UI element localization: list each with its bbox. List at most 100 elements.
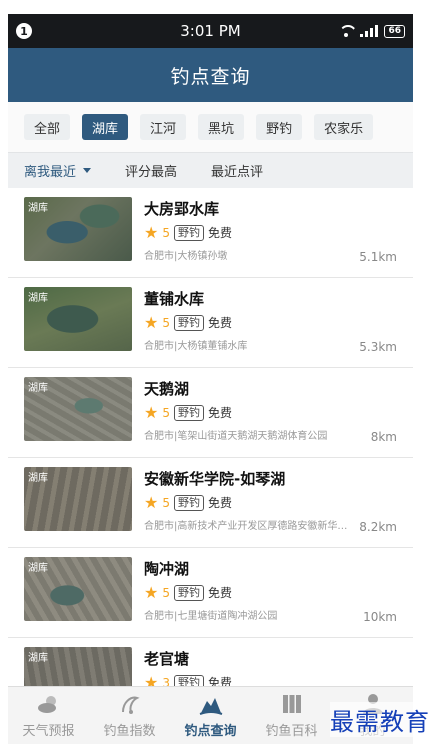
spot-name: 安徽新华学院-如琴湖 bbox=[144, 470, 286, 488]
spot-name: 老官塘 bbox=[144, 650, 190, 668]
star-icon: ★ bbox=[144, 402, 159, 422]
spot-type-tag: 野钓 bbox=[173, 314, 204, 331]
star-icon: ★ bbox=[144, 672, 159, 686]
category-chip-farm[interactable]: 农家乐 bbox=[314, 114, 374, 140]
watermark-logo: 最需教育 bbox=[330, 702, 430, 737]
spot-type-tag: 野钓 bbox=[173, 584, 204, 601]
spot-distance: 8.2km bbox=[359, 520, 397, 534]
spot-distance: 8km bbox=[370, 430, 397, 444]
spot-address: 合肥市|笔架山街道天鹅湖天鹅湖体育公园 bbox=[144, 431, 328, 442]
category-chip-river[interactable]: 江河 bbox=[140, 114, 187, 140]
encyclopedia-icon bbox=[282, 695, 301, 713]
spot-meta: ★ 5 野钓 免费 bbox=[144, 224, 397, 241]
spot-name: 陶冲湖 bbox=[144, 560, 190, 578]
tab-label: 钓鱼指数 bbox=[103, 724, 156, 739]
spot-search-icon bbox=[199, 698, 222, 715]
spot-name: 天鹅湖 bbox=[144, 380, 190, 398]
spot-fee: 免费 bbox=[207, 676, 232, 686]
category-chip-lake[interactable]: 湖库 bbox=[82, 114, 129, 140]
spot-address: 合肥市|高新技术产业开发区厚德路安徽新华… bbox=[144, 521, 348, 532]
spot-name: 董铺水库 bbox=[144, 290, 205, 308]
spot-rating: 5 bbox=[162, 585, 170, 600]
category-filter: 全部 湖库 江河 黑坑 野钓 农家乐 bbox=[8, 102, 413, 152]
spot-meta: ★ 5 野钓 免费 bbox=[144, 494, 397, 511]
sort-bar: 离我最近 评分最高 最近点评 bbox=[8, 152, 413, 188]
spot-info: 大房郢水库 ★ 5 野钓 免费 合肥市|大杨镇孙墩 5.1km bbox=[144, 197, 397, 268]
star-icon: ★ bbox=[144, 582, 159, 602]
spot-rating: 3 bbox=[162, 675, 170, 687]
list-item[interactable]: 湖库 安徽新华学院-如琴湖 ★ 5 野钓 免费 合肥市|高新技术产业开发区厚德路… bbox=[8, 458, 413, 548]
list-item[interactable]: 湖库 大房郢水库 ★ 5 野钓 免费 合肥市|大杨镇孙墩 5.1km bbox=[8, 188, 413, 278]
spot-info: 老官塘 ★ 3 野钓 免费 bbox=[144, 647, 397, 686]
category-chip-pond[interactable]: 黑坑 bbox=[198, 114, 245, 140]
star-icon: ★ bbox=[144, 222, 159, 242]
spot-info: 安徽新华学院-如琴湖 ★ 5 野钓 免费 合肥市|高新技术产业开发区厚德路安徽新… bbox=[144, 467, 397, 538]
spot-address: 合肥市|七里塘街道陶冲湖公园 bbox=[144, 611, 278, 622]
thumb-tag: 湖库 bbox=[28, 203, 48, 214]
spot-type-tag: 野钓 bbox=[173, 404, 204, 421]
spot-distance: 5.3km bbox=[359, 340, 397, 354]
thumb-tag: 湖库 bbox=[28, 293, 48, 304]
satellite-thumbnail: 湖库 bbox=[24, 557, 132, 621]
star-icon: ★ bbox=[144, 492, 159, 512]
spot-rating: 5 bbox=[162, 495, 170, 510]
tab-label: 钓鱼百科 bbox=[265, 724, 318, 739]
page-title: 钓点查询 bbox=[8, 48, 413, 102]
category-chip-all[interactable]: 全部 bbox=[24, 114, 71, 140]
tab-weather[interactable]: 天气预报 bbox=[8, 687, 89, 744]
star-icon: ★ bbox=[144, 312, 159, 332]
spot-name: 大房郢水库 bbox=[144, 200, 220, 218]
spot-type-tag: 野钓 bbox=[173, 674, 204, 686]
spot-type-tag: 野钓 bbox=[173, 224, 204, 241]
tab-label: 天气预报 bbox=[22, 724, 75, 739]
spot-rating: 5 bbox=[162, 225, 170, 240]
spot-rating: 5 bbox=[162, 315, 170, 330]
list-item[interactable]: 湖库 陶冲湖 ★ 5 野钓 免费 合肥市|七里塘街道陶冲湖公园 10km bbox=[8, 548, 413, 638]
spot-info: 董铺水库 ★ 5 野钓 免费 合肥市|大杨镇董铺水库 5.3km bbox=[144, 287, 397, 358]
tab-encyclopedia[interactable]: 钓鱼百科 bbox=[251, 687, 332, 744]
chevron-down-icon bbox=[83, 168, 92, 173]
thumb-tag: 湖库 bbox=[28, 563, 48, 574]
weather-icon bbox=[37, 696, 56, 713]
list-item[interactable]: 湖库 天鹅湖 ★ 5 野钓 免费 合肥市|笔架山街道天鹅湖天鹅湖体育公园 8km bbox=[8, 368, 413, 458]
status-bar: 1 3:01 PM 66 bbox=[8, 14, 413, 48]
sort-nearest[interactable]: 离我最近 bbox=[24, 161, 92, 180]
spot-info: 陶冲湖 ★ 5 野钓 免费 合肥市|七里塘街道陶冲湖公园 10km bbox=[144, 557, 397, 628]
satellite-thumbnail: 湖库 bbox=[24, 467, 132, 531]
satellite-thumbnail: 湖库 bbox=[24, 287, 132, 351]
phone-screen: 1 3:01 PM 66 钓点查询 全部 湖库 江河 黑坑 野钓 农家乐 离我最… bbox=[8, 14, 413, 744]
sort-top-rated[interactable]: 评分最高 bbox=[125, 161, 177, 180]
thumb-tag: 湖库 bbox=[28, 383, 48, 394]
spot-fee: 免费 bbox=[207, 226, 232, 240]
sort-latest-review[interactable]: 最近点评 bbox=[211, 161, 263, 180]
spot-distance: 10km bbox=[363, 610, 397, 624]
spot-address: 合肥市|大杨镇孙墩 bbox=[144, 251, 228, 262]
spot-meta: ★ 5 野钓 免费 bbox=[144, 404, 397, 421]
thumb-tag: 湖库 bbox=[28, 653, 48, 664]
spot-fee: 免费 bbox=[207, 496, 232, 510]
spot-meta: ★ 3 野钓 免费 bbox=[144, 674, 397, 686]
spot-rating: 5 bbox=[162, 405, 170, 420]
spot-fee: 免费 bbox=[207, 406, 232, 420]
wifi-icon bbox=[338, 25, 354, 37]
spot-meta: ★ 5 野钓 免费 bbox=[144, 584, 397, 601]
list-item[interactable]: 湖库 董铺水库 ★ 5 野钓 免费 合肥市|大杨镇董铺水库 5.3km bbox=[8, 278, 413, 368]
satellite-thumbnail: 湖库 bbox=[24, 377, 132, 441]
satellite-thumbnail: 湖库 bbox=[24, 197, 132, 261]
category-chip-wild[interactable]: 野钓 bbox=[256, 114, 303, 140]
spot-fee: 免费 bbox=[207, 316, 232, 330]
satellite-thumbnail: 湖库 bbox=[24, 647, 132, 686]
spot-meta: ★ 5 野钓 免费 bbox=[144, 314, 397, 331]
spot-type-tag: 野钓 bbox=[173, 494, 204, 511]
fishing-index-icon bbox=[121, 696, 140, 714]
sort-nearest-label: 离我最近 bbox=[24, 165, 77, 180]
thumb-tag: 湖库 bbox=[28, 473, 48, 484]
tab-spot-search[interactable]: 钓点查询 bbox=[170, 687, 251, 744]
spot-distance: 5.1km bbox=[359, 250, 397, 264]
spot-fee: 免费 bbox=[207, 586, 232, 600]
tab-fishing-index[interactable]: 钓鱼指数 bbox=[89, 687, 170, 744]
spot-list[interactable]: 湖库 大房郢水库 ★ 5 野钓 免费 合肥市|大杨镇孙墩 5.1km 湖库 董铺… bbox=[8, 188, 413, 686]
list-item[interactable]: 湖库 老官塘 ★ 3 野钓 免费 bbox=[8, 638, 413, 686]
spot-address: 合肥市|大杨镇董铺水库 bbox=[144, 341, 248, 352]
spot-info: 天鹅湖 ★ 5 野钓 免费 合肥市|笔架山街道天鹅湖天鹅湖体育公园 8km bbox=[144, 377, 397, 448]
